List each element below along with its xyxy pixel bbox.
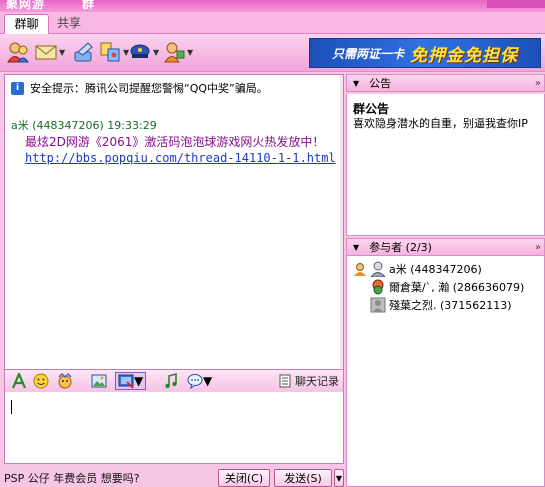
shake-button[interactable]: ▼ (187, 372, 212, 390)
offline-user-icon (370, 297, 386, 313)
member-item[interactable]: 殘葉之烈. (371562113) (370, 296, 512, 314)
font-button[interactable] (11, 372, 27, 390)
right-panel: ▼ 公告 » 群公告 喜欢隐身潜水的自重，别逼我查你IP ▼ 参与者 (2/3)… (346, 74, 545, 487)
capture-icon (118, 374, 134, 389)
member-name: 殘葉之烈. (371562113) (389, 299, 512, 312)
settings-button[interactable]: ▼ (128, 38, 159, 66)
mail-icon (35, 45, 57, 60)
notice-text: 安全提示：腾讯公司提醒您警惕“QQ中奖”骗局。 (30, 82, 268, 95)
user-icon (372, 279, 384, 295)
chevron-down-icon[interactable]: ▼ (187, 48, 193, 57)
collapse-arrow-icon: ▼ (353, 78, 360, 88)
window-controls[interactable] (487, 0, 545, 8)
chat-history-button[interactable]: 聊天记录 (279, 372, 339, 390)
music-note-icon (165, 373, 177, 389)
police-hat-icon (130, 44, 150, 58)
window-title: 聚网游 (6, 0, 46, 11)
message-input[interactable] (4, 392, 344, 464)
info-icon: i (11, 81, 24, 95)
image-icon (91, 374, 107, 388)
manage-button[interactable]: ▼ (162, 38, 193, 66)
speech-bubble-icon (187, 374, 203, 389)
chat-history-label: 聊天记录 (295, 375, 339, 388)
expand-icon[interactable]: » (535, 78, 541, 89)
members-button[interactable] (6, 38, 30, 66)
announcement-board: 群公告 喜欢隐身潜水的自重，别逼我查你IP (346, 94, 545, 236)
document-icon (279, 374, 291, 388)
announcement-header[interactable]: ▼ 公告 » (346, 74, 545, 92)
ad-banner[interactable]: 只需两证一卡 免押金免担保 (309, 38, 541, 68)
members-icon (7, 42, 29, 63)
tools-button[interactable] (72, 38, 96, 66)
participants-header[interactable]: ▼ 参与者 (2/3) » (346, 238, 545, 256)
font-icon (11, 373, 27, 389)
expand-icon[interactable]: » (535, 242, 541, 253)
member-name: 爾倉葉/`, 瀚 (286636079) (389, 281, 525, 294)
tab-bar: 群聊 共享 (0, 12, 545, 34)
participants-header-label: 参与者 (2/3) (369, 241, 432, 254)
collapse-arrow-icon: ▼ (353, 242, 360, 252)
banner-prefix: 只需两证一卡 (331, 46, 404, 61)
owner-user-icon (354, 263, 366, 276)
chevron-down-icon[interactable]: ▼ (134, 374, 143, 388)
chevron-down-icon[interactable]: ▼ (59, 48, 65, 57)
apps-icon (100, 42, 120, 62)
tab-share[interactable]: 共享 (52, 14, 86, 34)
user-avatar-icon (370, 261, 386, 277)
participants-list: a米 (448347206) 爾倉葉/`, 瀚 (286636079) 殘葉之烈… (346, 256, 545, 487)
mail-button[interactable]: ▼ (34, 38, 65, 66)
magic-face-icon (58, 373, 72, 389)
text-caret (11, 400, 12, 414)
tab-group-chat[interactable]: 群聊 (4, 14, 49, 34)
send-button[interactable]: 发送(S) (274, 469, 332, 487)
emoji-button[interactable] (33, 372, 49, 390)
tools-icon (74, 42, 93, 62)
ad-text-link[interactable]: PSP 公仔 年费会员 想要吗? (4, 470, 140, 486)
music-button[interactable] (163, 372, 179, 390)
apps-button[interactable]: ▼ (98, 38, 129, 66)
chevron-down-icon[interactable]: ▼ (153, 48, 159, 57)
send-options-button[interactable]: ▼ (334, 469, 344, 487)
message-sender: a米 (448347206) 19:33:29 (11, 119, 157, 132)
admin-icon (164, 42, 185, 63)
scrollbar[interactable] (340, 75, 343, 369)
capture-button[interactable]: ▼ (115, 372, 147, 390)
smiley-icon (33, 373, 49, 389)
member-item[interactable]: 爾倉葉/`, 瀚 (286636079) (370, 278, 524, 296)
announcement-header-label: 公告 (369, 77, 392, 90)
window-title-suffix: 群 (82, 0, 95, 11)
member-name: a米 (448347206) (389, 263, 482, 276)
title-bar: 聚网游 群 (0, 0, 545, 12)
message-text: 最炫2D网游《2061》激活码泡泡球游戏网火热发放中！ (25, 135, 325, 149)
announcement-text: 喜欢隐身潜水的自重，别逼我查你IP (353, 117, 528, 130)
screenshot-button[interactable] (91, 372, 107, 390)
close-button[interactable]: 关闭(C) (218, 469, 270, 487)
input-toolbar: ▼ ▼ 聊天记录 (4, 370, 344, 392)
message-link[interactable]: http://bbs.popqiu.com/thread-14110-1-1.h… (25, 151, 336, 165)
security-notice: i 安全提示：腾讯公司提醒您警惕“QQ中奖”骗局。 (11, 80, 268, 96)
message-history[interactable]: i 安全提示：腾讯公司提醒您警惕“QQ中奖”骗局。 a米 (448347206)… (4, 74, 344, 370)
banner-main: 免押金免担保 (410, 45, 518, 66)
chevron-down-icon[interactable]: ▼ (203, 374, 212, 388)
chevron-down-icon: ▼ (335, 473, 343, 483)
member-item[interactable]: a米 (448347206) (353, 260, 482, 278)
announcement-title: 群公告 (353, 102, 390, 116)
magic-emoji-button[interactable] (57, 372, 73, 390)
